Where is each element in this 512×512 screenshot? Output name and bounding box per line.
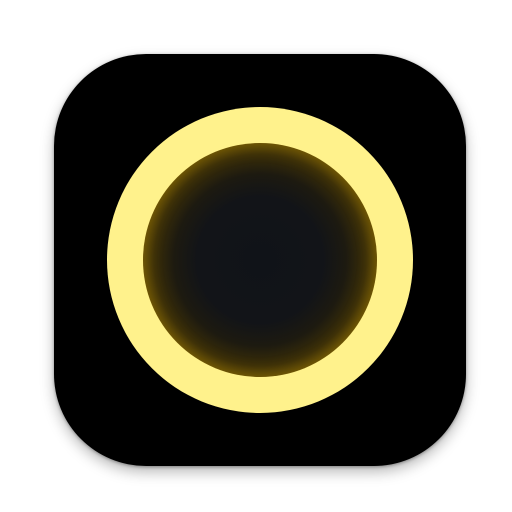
canvas	[0, 0, 512, 512]
glowing-ring-icon	[107, 107, 413, 413]
dark-center-disc	[143, 143, 377, 377]
app-icon[interactable]	[54, 54, 466, 466]
